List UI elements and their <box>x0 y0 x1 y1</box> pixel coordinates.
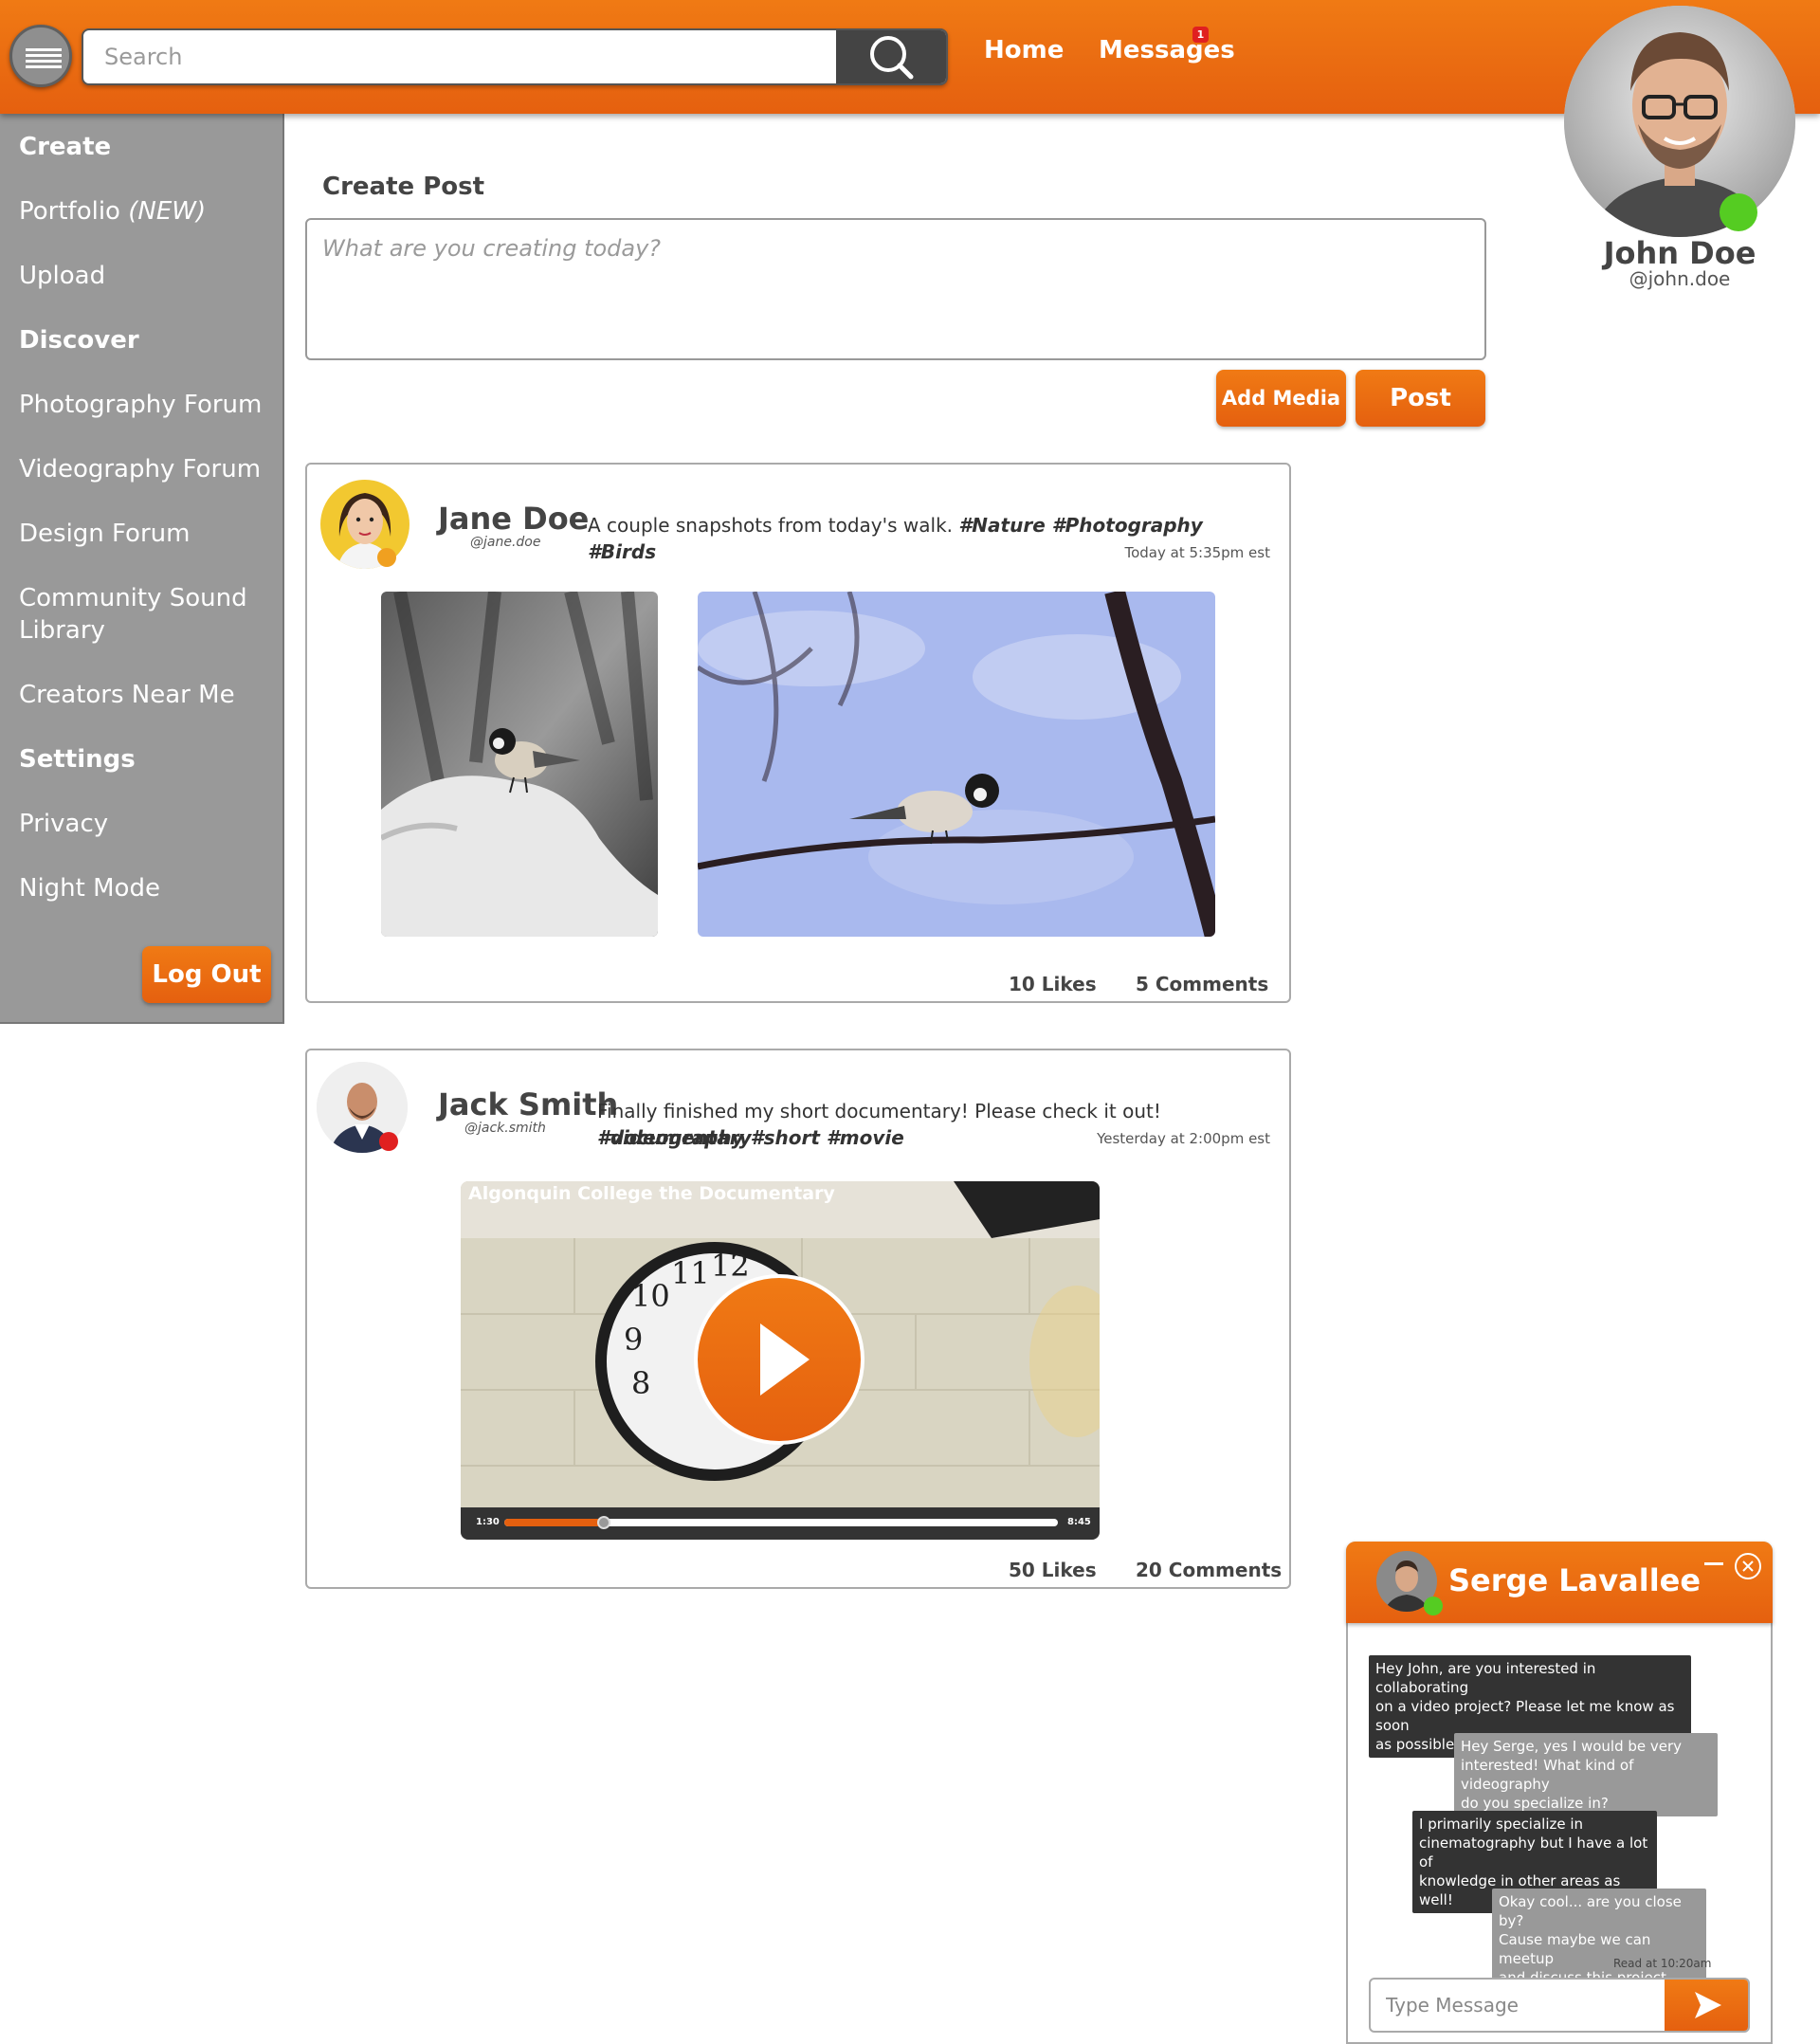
chat-header: Serge Lavallee <box>1346 1542 1773 1623</box>
profile-photo <box>1564 6 1795 237</box>
video-progress-fill <box>504 1519 605 1526</box>
read-receipt: Read at 10:20am <box>1613 1957 1712 1970</box>
likes-count[interactable]: 50 Likes <box>1009 1559 1097 1581</box>
sidebar-item-upload[interactable]: Upload <box>19 260 105 292</box>
post-author-handle: @jack.smith <box>464 1121 546 1136</box>
message-line: interested! What kind of videography <box>1461 1757 1634 1793</box>
sidebar-heading-create[interactable]: Create <box>19 131 111 163</box>
chat-compose <box>1369 1978 1750 2033</box>
video-scrub-handle[interactable] <box>597 1516 611 1529</box>
nav-messages-link[interactable]: Messages <box>1099 36 1235 64</box>
sidebar-item-night-mode[interactable]: Night Mode <box>19 872 160 904</box>
sidebar-item-portfolio[interactable]: Portfolio (NEW) <box>19 195 206 228</box>
post-author-name[interactable]: Jack Smith <box>438 1086 618 1122</box>
chat-window: Serge Lavallee Hey John, are you interes… <box>1346 1542 1773 2044</box>
send-button[interactable] <box>1665 1980 1748 2031</box>
svg-text:10: 10 <box>631 1278 670 1314</box>
profile-avatar[interactable] <box>1564 6 1795 237</box>
search-icon <box>870 36 914 80</box>
comments-count[interactable]: 5 Comments <box>1136 973 1268 995</box>
sidebar-heading-settings[interactable]: Settings <box>19 743 136 776</box>
sidebar-item-photography-forum[interactable]: Photography Forum <box>19 389 262 421</box>
new-tag: (NEW) <box>128 197 207 226</box>
post-body-text: Finally finished my short documentary! P… <box>597 1100 1161 1122</box>
create-post-title: Create Post <box>322 173 485 201</box>
message-line: on a video project? Please let me know a… <box>1375 1698 1675 1734</box>
video-title: Algonquin College the Documentary <box>468 1183 835 1204</box>
author-status-dot <box>379 1132 398 1151</box>
chat-contact-name: Serge Lavallee <box>1448 1562 1702 1598</box>
add-media-button[interactable]: Add Media <box>1216 370 1346 427</box>
play-icon <box>760 1323 810 1396</box>
video-controls: 1:30 8:45 <box>461 1507 1100 1540</box>
create-post-box <box>305 218 1486 360</box>
profile-name: John Doe <box>1603 235 1756 271</box>
hamburger-menu-button[interactable] <box>9 25 72 87</box>
message-line: cinematography but I have a lot of <box>1419 1834 1648 1871</box>
post-photo[interactable] <box>381 592 658 937</box>
send-icon <box>1695 1992 1721 2018</box>
svg-text:9: 9 <box>624 1322 643 1358</box>
minimize-icon[interactable] <box>1704 1562 1723 1565</box>
contact-status-dot <box>1424 1597 1443 1615</box>
post-card: Jane Doe @jane.doe A couple snapshots fr… <box>305 463 1291 1003</box>
chat-message-input[interactable] <box>1371 1980 1655 2031</box>
sidebar-item-privacy[interactable]: Privacy <box>19 808 108 840</box>
post-timestamp: Today at 5:35pm est <box>1124 544 1270 561</box>
search-button[interactable] <box>836 30 946 83</box>
chickadee-snow-photo <box>381 592 658 937</box>
create-post-input[interactable] <box>307 220 1484 358</box>
post-author-name[interactable]: Jane Doe <box>438 501 589 537</box>
post-card: Jack Smith @jack.smith Finally finished … <box>305 1049 1291 1589</box>
menu-line <box>26 65 62 68</box>
menu-line <box>26 48 62 51</box>
play-button[interactable] <box>694 1274 864 1445</box>
search-bar <box>82 28 948 85</box>
sidebar-item-creators-near-me[interactable]: Creators Near Me <box>19 679 235 711</box>
message-line: Hey Serge, yes I would be very <box>1461 1738 1683 1755</box>
nav-home-link[interactable]: Home <box>984 36 1064 64</box>
menu-line <box>26 60 62 63</box>
post-timestamp: Yesterday at 2:00pm est <box>1097 1130 1270 1147</box>
online-status-dot <box>1720 193 1757 231</box>
search-input[interactable] <box>83 30 838 83</box>
message-line: Hey John, are you interested in collabor… <box>1375 1660 1596 1696</box>
svg-text:8: 8 <box>631 1365 650 1401</box>
menu-line <box>26 54 62 57</box>
post-author-handle: @jane.doe <box>470 535 541 550</box>
sidebar-heading-discover[interactable]: Discover <box>19 324 139 356</box>
close-button[interactable] <box>1735 1553 1761 1579</box>
post-body-text: A couple snapshots from today's walk. <box>588 514 954 537</box>
likes-count[interactable]: 10 Likes <box>1009 973 1097 995</box>
message-line: do you specialize in? <box>1461 1795 1609 1812</box>
post-button[interactable]: Post <box>1356 370 1485 427</box>
message-line: Okay cool... are you close by? <box>1499 1893 1682 1929</box>
video-current-time: 1:30 <box>476 1517 500 1527</box>
sidebar-item-design-forum[interactable]: Design Forum <box>19 518 190 550</box>
comments-count[interactable]: 20 Comments <box>1136 1559 1282 1581</box>
profile-handle: @john.doe <box>1629 267 1731 290</box>
close-icon <box>1742 1560 1754 1572</box>
author-status-dot <box>377 548 396 567</box>
post-photo[interactable] <box>698 592 1215 937</box>
sidebar: Create Portfolio (NEW) Upload Discover P… <box>0 114 284 1024</box>
message-line: I primarily specialize in <box>1419 1816 1584 1833</box>
video-player[interactable]: 11 12 10 9 8 Algonquin College the Docum… <box>461 1181 1100 1540</box>
chat-message-sent: Okay cool... are you close by? Cause may… <box>1492 1889 1706 1991</box>
top-bar: Home Messages 1 <box>0 0 1820 114</box>
chat-message-sent: Hey Serge, yes I would be very intereste… <box>1454 1733 1718 1816</box>
chickadee-branch-photo <box>698 592 1215 937</box>
messages-badge: 1 <box>1192 27 1209 43</box>
sidebar-item-videography-forum[interactable]: Videography Forum <box>19 453 261 485</box>
video-progress-track[interactable] <box>504 1516 1058 1529</box>
sidebar-item-label: Portfolio <box>19 197 120 226</box>
sidebar-item-community-sound-library[interactable]: Community Sound Library <box>19 582 256 647</box>
logout-button[interactable]: Log Out <box>142 946 271 1003</box>
video-duration: 8:45 <box>1067 1517 1091 1527</box>
